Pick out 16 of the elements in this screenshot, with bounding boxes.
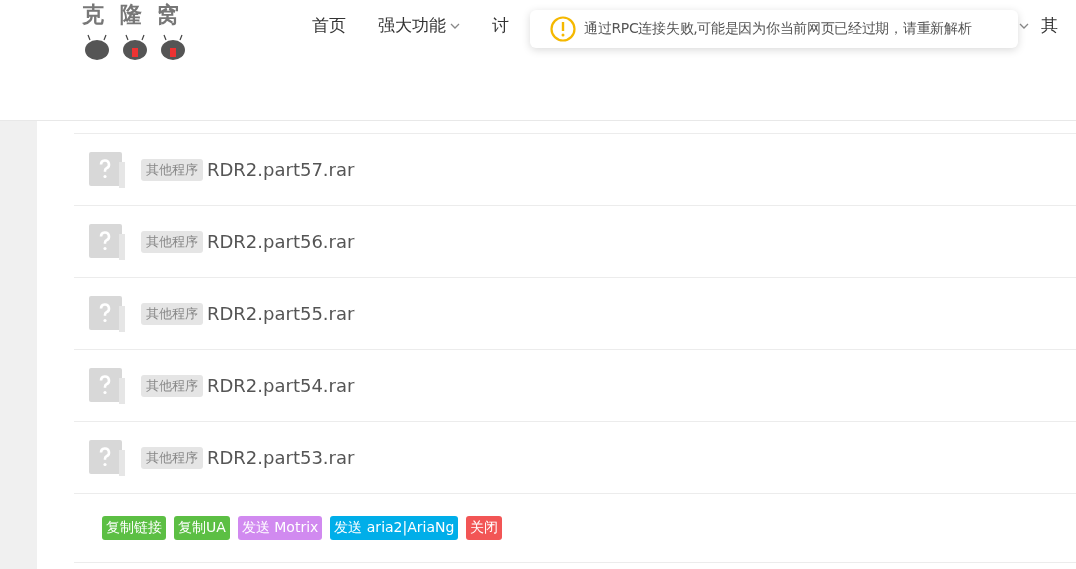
toast-message: 通过RPC连接失败,可能是因为你当前网页已经过期，请重新解析 <box>584 20 972 38</box>
nav-link[interactable]: 强大功能 <box>378 14 460 37</box>
file-name[interactable]: RDR2.part57.rar <box>207 159 355 180</box>
nav-link[interactable]: 首页 <box>312 14 346 37</box>
file-name[interactable]: RDR2.part55.rar <box>207 303 355 324</box>
nav-link[interactable]: 讨 <box>492 14 509 37</box>
file-name[interactable]: RDR2.part54.rar <box>207 375 355 396</box>
file-type-tag: 其他程序 <box>141 446 203 469</box>
file-type-tag: 其他程序 <box>141 158 203 181</box>
file-type-tag: 其他程序 <box>141 374 203 397</box>
file-name[interactable]: RDR2.part53.rar <box>207 447 355 468</box>
file-type-tag: 其他程序 <box>141 230 203 253</box>
nav-link[interactable]: 其 <box>1041 14 1058 37</box>
file-name[interactable]: RDR2.part56.rar <box>207 231 355 252</box>
logo-text: 克 隆 窝 <box>82 0 185 29</box>
file-type-tag: 其他程序 <box>141 302 203 325</box>
